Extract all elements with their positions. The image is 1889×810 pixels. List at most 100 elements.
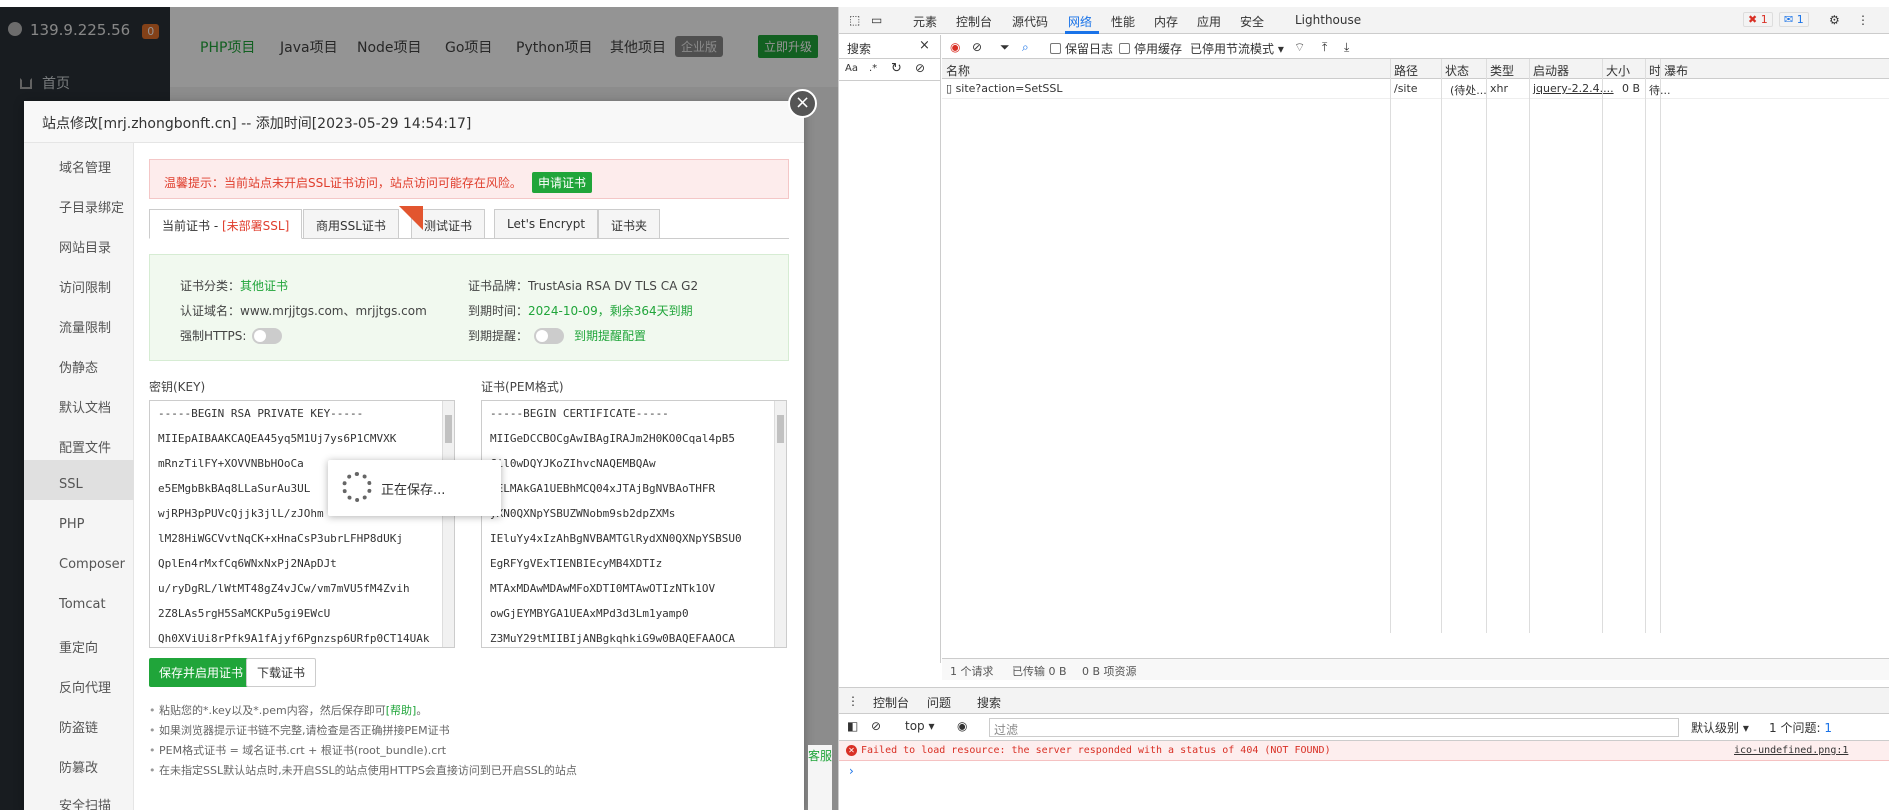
tab-console[interactable]: 控制台 <box>956 13 992 30</box>
tab-letsencrypt[interactable]: Let's Encrypt <box>494 209 599 239</box>
browser-top-strip <box>0 0 1889 7</box>
import-icon[interactable]: ⤒ <box>1322 40 1327 55</box>
settings-gear-icon[interactable]: ⚙ <box>1829 13 1840 27</box>
tab-elements[interactable]: 元素 <box>913 13 937 30</box>
download-cert-button[interactable]: 下载证书 <box>246 658 317 687</box>
live-expression-eye-icon[interactable]: ◉ <box>957 719 967 733</box>
col-divider <box>1645 59 1646 633</box>
nav-redirect[interactable]: 重定向 <box>59 637 98 656</box>
col-waterfall[interactable]: 瀑布 <box>1664 62 1688 79</box>
help-link[interactable]: [帮助] <box>386 704 417 717</box>
record-icon[interactable]: ◉ <box>950 40 960 54</box>
nav-composer[interactable]: Composer <box>59 557 125 572</box>
force-https-toggle[interactable] <box>252 328 283 344</box>
key-textarea[interactable]: -----BEGIN RSA PRIVATE KEY----- MIIEpAIB… <box>149 400 455 648</box>
match-case-icon[interactable]: Aa <box>845 63 858 74</box>
nav-scan[interactable]: 安全扫描 <box>59 795 111 810</box>
context-select[interactable]: top ▾ <box>905 719 935 733</box>
drawer-menu-icon[interactable]: ⋮ <box>847 694 859 708</box>
col-type[interactable]: 类型 <box>1490 62 1514 79</box>
nav-domain[interactable]: 域名管理 <box>59 157 111 176</box>
remind-config-link[interactable]: 到期提醒配置 <box>574 329 646 343</box>
nav-webroot[interactable]: 网站目录 <box>59 237 111 256</box>
log-level-select[interactable]: 默认级别 ▾ <box>1691 719 1749 736</box>
device-toggle-icon[interactable]: ▭ <box>871 13 882 27</box>
close-dialog-button[interactable]: × <box>788 89 817 118</box>
disable-cache-checkbox[interactable]: 停用缓存 <box>1119 40 1182 57</box>
tab-security[interactable]: 安全 <box>1240 13 1264 30</box>
tab-performance[interactable]: 性能 <box>1111 13 1135 30</box>
wifi-icon[interactable]: ⌔ <box>1294 40 1305 55</box>
tab-current-cert[interactable]: 当前证书 - [未部署SSL] <box>149 209 303 239</box>
col-status[interactable]: 状态 <box>1445 62 1469 79</box>
nav-ssl[interactable]: SSL <box>59 477 83 492</box>
key-scrollbar[interactable] <box>442 401 454 647</box>
cert-scrollbar[interactable] <box>774 401 786 647</box>
search-tab-label[interactable]: 搜索 <box>847 40 871 57</box>
network-summary: 1 个请求 已传输 0 B 0 B 项资源 <box>942 658 1889 680</box>
tab-network[interactable]: 网络 <box>1068 13 1092 30</box>
nav-hotlink[interactable]: 防盗链 <box>59 717 98 736</box>
search-icon[interactable]: ⌕ <box>1022 40 1029 55</box>
inspect-icon[interactable]: ⬚ <box>849 13 860 27</box>
nav-proxy[interactable]: 反向代理 <box>59 677 111 696</box>
save-enable-cert-button[interactable]: 保存并启用证书 <box>149 658 254 687</box>
nav-rewrite[interactable]: 伪静态 <box>59 357 98 376</box>
ssl-tabs: 当前证书 - [未部署SSL] 商用SSL证书 测试证书 Let's Encry… <box>149 209 789 239</box>
tab-cert-folder[interactable]: 证书夹 <box>598 209 661 239</box>
console-filter-input[interactable]: 过滤 <box>989 718 1679 737</box>
col-name[interactable]: 名称 <box>946 62 970 79</box>
remind-toggle[interactable] <box>534 328 565 344</box>
more-menu-icon[interactable]: ⋮ <box>1857 13 1869 27</box>
export-icon[interactable]: ⤓ <box>1344 40 1349 55</box>
drawer-tab-console[interactable]: 控制台 <box>873 694 909 711</box>
bt-panel: 139.9.225.56 0 首页 PHP项目 Java项目 Node项目 Go项… <box>0 0 838 810</box>
col-initiator[interactable]: 启动器 <box>1533 62 1569 79</box>
col-size[interactable]: 大小 <box>1606 62 1630 79</box>
clear-icon[interactable]: ⊘ <box>915 61 925 75</box>
error-count-badge[interactable]: ✖ 1 <box>1743 12 1773 27</box>
nav-php[interactable]: PHP <box>59 517 84 532</box>
col-path[interactable]: 路径 <box>1394 62 1418 79</box>
message-count-badge[interactable]: ✉ 1 <box>1779 12 1809 27</box>
tab-application[interactable]: 应用 <box>1197 13 1221 30</box>
filter-icon[interactable]: ⏷ <box>1000 40 1010 55</box>
tab-commercial-ssl[interactable]: 商用SSL证书 <box>303 209 399 239</box>
search-sidebar: 搜索 × Aa .* ↻ ⊘ <box>839 35 941 663</box>
error-source-link[interactable]: ico-undefined.png:1 <box>1734 745 1848 756</box>
tab-memory[interactable]: 内存 <box>1154 13 1178 30</box>
tab-sources[interactable]: 源代码 <box>1012 13 1048 30</box>
nav-config[interactable]: 配置文件 <box>59 437 111 456</box>
preserve-log-checkbox[interactable]: 保留日志 <box>1050 40 1113 57</box>
site-edit-dialog: 站点修改[mrj.zhongbonft.cn] -- 添加时间[2023-05-… <box>24 101 804 810</box>
active-tab-indicator <box>1065 31 1099 34</box>
customer-service-button[interactable]: 客服 <box>808 745 832 810</box>
network-toolbar: ◉ ⊘ ⏷ ⌕ 保留日志 停用缓存 已停用节流模式 ▾ ⌔ ⤒ ⤓ <box>942 35 1889 59</box>
table-row[interactable]: ▯ site?action=SetSSL /site (待处... xhr jq… <box>942 79 1889 99</box>
clear-log-icon[interactable]: ⊘ <box>972 40 982 54</box>
nav-tamper[interactable]: 防篡改 <box>59 757 98 776</box>
drawer-tab-search[interactable]: 搜索 <box>977 694 1001 711</box>
regex-icon[interactable]: .* <box>869 63 877 74</box>
refresh-icon[interactable]: ↻ <box>891 61 902 76</box>
request-table-header: 名称 路径 状态 类型 启动器 大小 时 瀑布 <box>942 59 1889 79</box>
nav-access[interactable]: 访问限制 <box>59 277 111 296</box>
nav-subdir[interactable]: 子目录绑定 <box>59 197 124 216</box>
network-panel: ◉ ⊘ ⏷ ⌕ 保留日志 停用缓存 已停用节流模式 ▾ ⌔ ⤒ ⤓ 名称 路径 … <box>942 35 1889 680</box>
nav-tomcat[interactable]: Tomcat <box>59 597 106 612</box>
close-search-icon[interactable]: × <box>919 38 930 53</box>
cert-textarea[interactable]: -----BEGIN CERTIFICATE----- MIIGeDCCBOCg… <box>481 400 787 648</box>
clear-console-icon[interactable]: ⊘ <box>871 719 881 733</box>
cert-label: 证书(PEM格式) <box>481 380 564 394</box>
cert-info: 证书分类：其他证书 证书品牌：TrustAsia RSA DV TLS CA G… <box>149 254 789 361</box>
drawer-tab-issues[interactable]: 问题 <box>927 694 951 711</box>
sidebar-toggle-icon[interactable]: ◧ <box>847 719 858 733</box>
console-toolbar: ◧ ⊘ top ▾ ◉ 过滤 默认级别 ▾ 1 个问题: 1 <box>839 714 1889 741</box>
throttle-select[interactable]: 已停用节流模式 ▾ <box>1190 40 1284 57</box>
nav-default-doc[interactable]: 默认文档 <box>59 397 111 416</box>
issues-button[interactable]: 1 个问题: 1 <box>1769 719 1832 736</box>
apply-cert-button[interactable]: 申请证书 <box>531 172 592 193</box>
console-prompt-chevron-icon[interactable]: › <box>849 764 854 778</box>
nav-traffic[interactable]: 流量限制 <box>59 317 111 336</box>
tab-lighthouse[interactable]: Lighthouse <box>1295 13 1361 27</box>
